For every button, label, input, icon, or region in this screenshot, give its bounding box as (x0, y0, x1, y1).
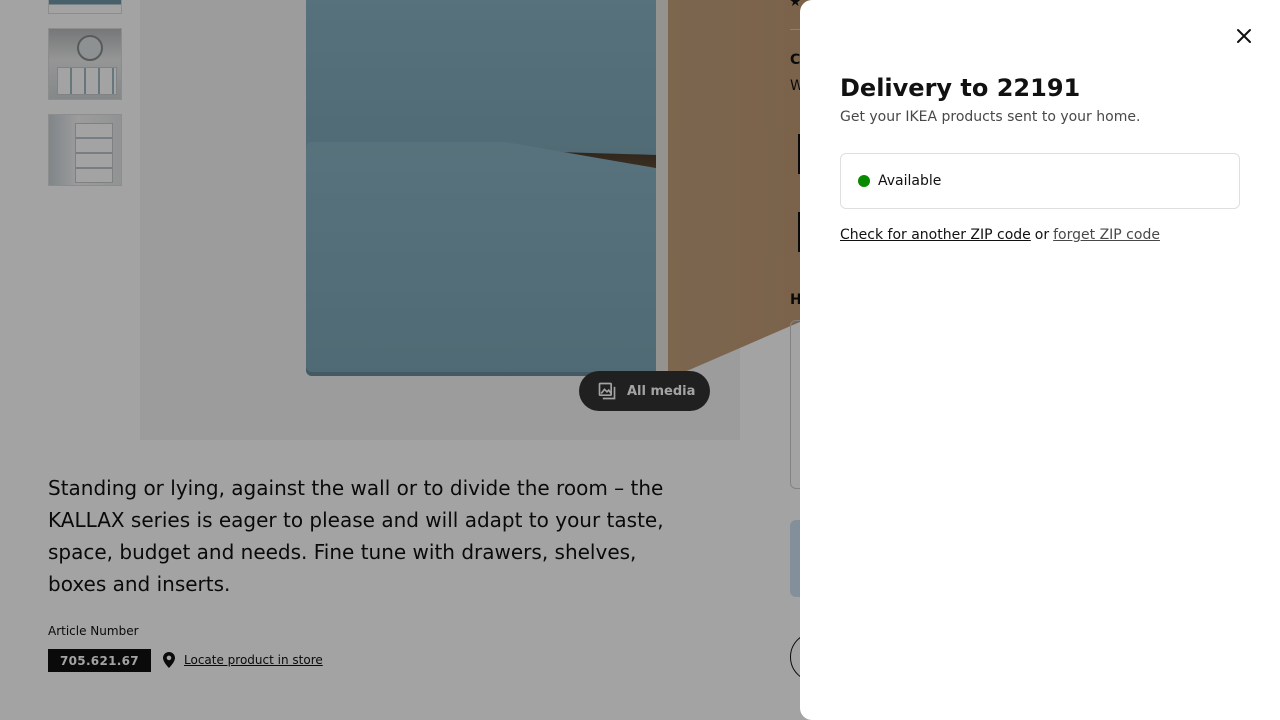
panel-title: Delivery to 22191 (840, 74, 1081, 102)
availability-status-box: Available (840, 153, 1240, 209)
delivery-panel (800, 0, 1280, 720)
panel-subtitle: Get your IKEA products sent to your home… (840, 109, 1141, 125)
close-button[interactable] (1228, 20, 1260, 52)
status-text: Available (878, 173, 942, 189)
check-another-zip-link[interactable]: Check for another ZIP code (840, 227, 1031, 243)
zip-actions: Check for another ZIP code or forget ZIP… (840, 227, 1160, 243)
forget-zip-link[interactable]: forget ZIP code (1053, 227, 1160, 243)
or-text: or (1034, 227, 1050, 243)
product-page: All media Standing or lying, against the… (0, 0, 1280, 720)
status-dot-icon (858, 175, 870, 187)
close-icon (1237, 29, 1251, 43)
